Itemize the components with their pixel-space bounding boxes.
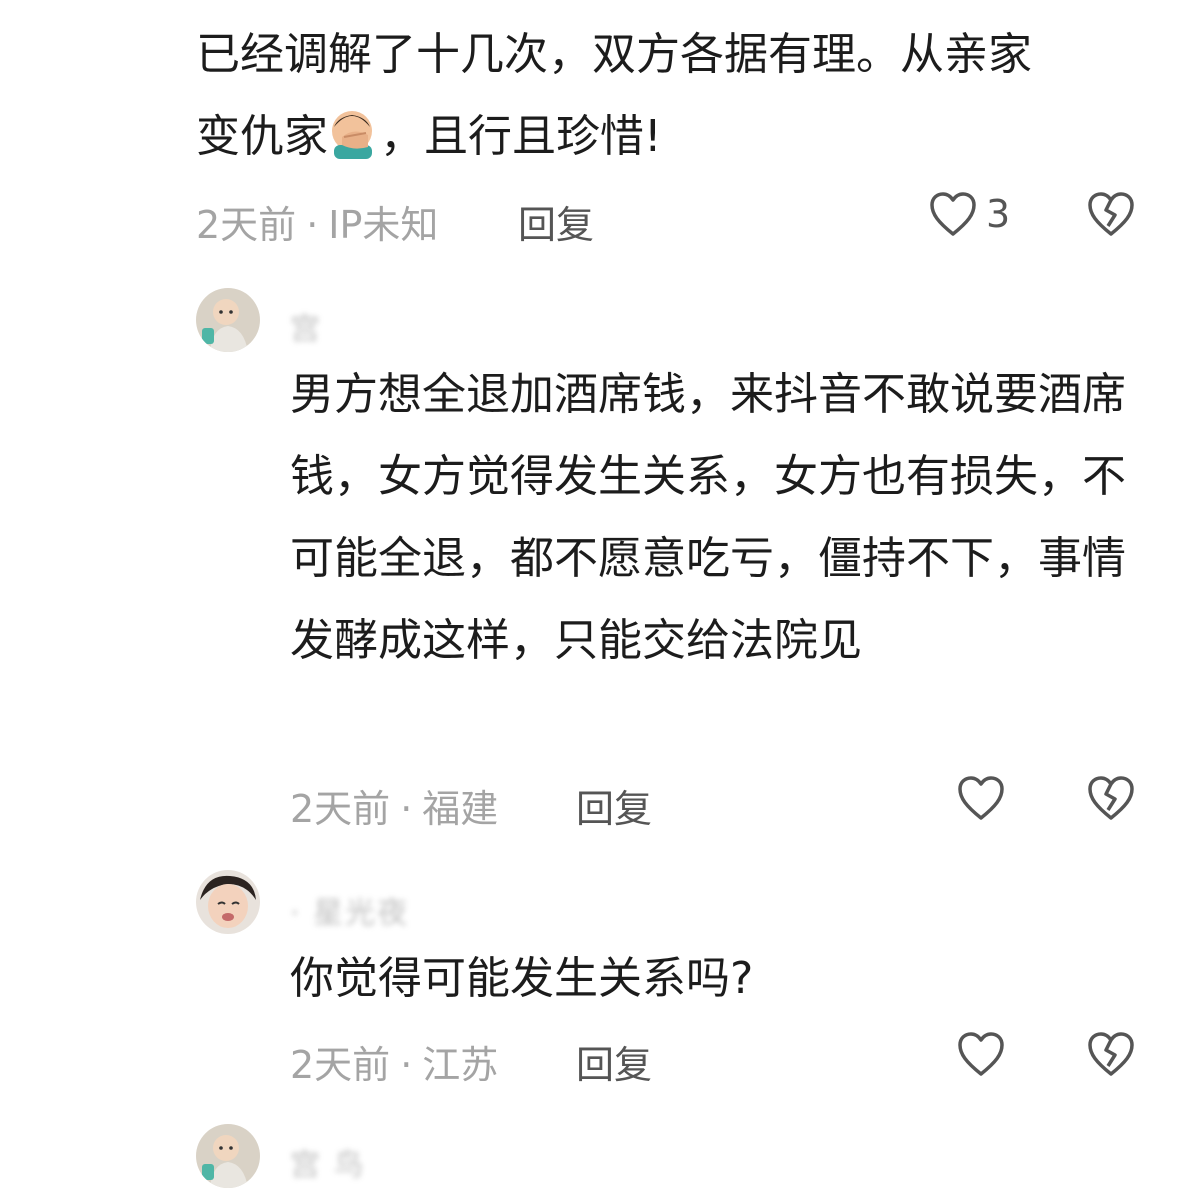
heart-outline-icon [958,776,1004,820]
reply-button[interactable]: 回复 [576,778,652,833]
heart-outline-icon [930,192,976,236]
reply-button[interactable]: 回复 [518,194,594,249]
comment-time: 2天前 [290,1043,391,1087]
comment-text: 你觉得可能发生关系吗? [290,953,754,1004]
reply-button[interactable]: 回复 [576,1034,652,1089]
comment-time: 2天前 [290,787,391,831]
comment-time: 2天前 [196,203,297,247]
comment-meta: 2天前 · IP未知 [196,194,438,249]
avatar[interactable] [196,870,260,934]
comment-meta: 2天前 · 江苏 [290,1034,498,1089]
like-button[interactable] [956,1030,1014,1078]
broken-heart-icon [1088,776,1134,820]
username[interactable]: · 星光夜 [290,888,409,932]
comment-meta: 2天前 · 福建 [290,778,498,833]
meta-separator: · [400,1043,413,1087]
comment-text: 已经调解了十几次，双方各据有理。从亲家 变仇家 ，且行且珍惜! [196,29,1032,162]
broken-heart-icon [1088,1032,1134,1076]
like-button[interactable] [956,774,1014,822]
username[interactable]: 宫 [290,304,322,348]
facepalm-man-icon [328,104,380,159]
avatar[interactable] [196,1124,260,1188]
dislike-button[interactable] [1086,774,1136,826]
heart-outline-icon [958,1032,1004,1076]
comment-text: 男方想全退加酒席钱，来抖音不敢说要酒席钱，女方觉得发生关系，女方也有损失，不可能… [290,369,1126,666]
comment-location: 福建 [422,787,499,831]
comment-location: 江苏 [422,1043,499,1087]
dislike-button[interactable] [1086,1030,1136,1082]
broken-heart-icon [1088,192,1134,236]
like-button[interactable]: 3 [928,190,1010,238]
meta-separator: · [400,787,413,831]
like-count: 3 [986,192,1011,236]
meta-separator: · [306,203,319,247]
avatar[interactable] [196,288,260,352]
username[interactable]: 宫 鸟 [290,1140,366,1184]
dislike-button[interactable] [1086,190,1136,242]
comment-location: IP未知 [328,203,439,247]
